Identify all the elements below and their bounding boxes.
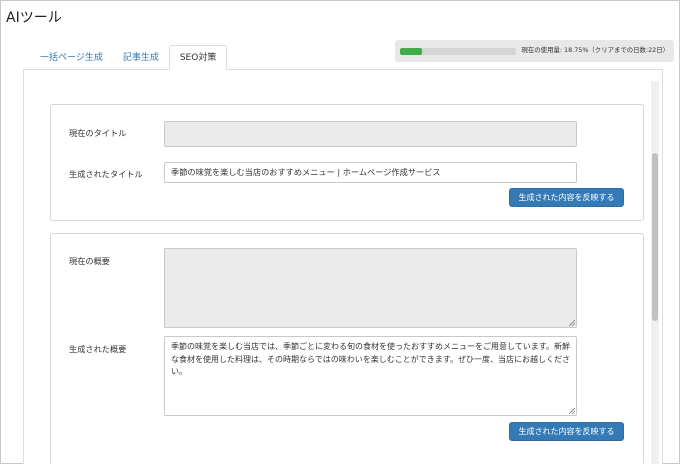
app-window: AIツール 一括ページ生成 記事生成 SEO対策 現在の使用量: 18.75%（… (0, 0, 680, 464)
generated-summary-textarea[interactable]: 季節の味覚を楽しむ当店では、季節ごとに変わる旬の食材を使ったおすすめメニューをご… (164, 336, 577, 416)
generated-title-input[interactable]: 季節の味覚を楽しむ当店のおすすめメニュー | ホームページ作成サービス (164, 162, 577, 183)
tab-bar: 一括ページ生成 記事生成 SEO対策 (30, 45, 228, 70)
usage-progress-track (400, 48, 516, 55)
current-summary-label: 現在の概要 (69, 256, 110, 266)
current-title-field[interactable] (164, 121, 577, 147)
generated-summary-label: 生成された概要 (69, 344, 127, 354)
apply-title-button[interactable]: 生成された内容を反映する (509, 188, 624, 207)
resize-grip-icon[interactable] (569, 320, 575, 326)
current-title-label: 現在のタイトル (69, 128, 127, 138)
tab-seo[interactable]: SEO対策 (168, 45, 228, 70)
generated-title-label: 生成されたタイトル (69, 169, 143, 179)
current-summary-textarea[interactable] (164, 248, 577, 328)
generated-summary-value: 季節の味覚を楽しむ当店では、季節ごとに変わる旬の食材を使ったおすすめメニューをご… (171, 342, 570, 376)
usage-progress-fill (400, 48, 422, 55)
scrollbar-thumb[interactable] (652, 153, 658, 321)
tab-bulk-page-generation[interactable]: 一括ページ生成 (30, 46, 113, 70)
app-title: AIツール (6, 10, 62, 26)
tab-article-generation[interactable]: 記事生成 (113, 46, 169, 70)
resize-grip-icon[interactable] (569, 408, 575, 414)
usage-text: 現在の使用量: 18.75%（クリアまでの日数:22日） (521, 46, 669, 54)
apply-summary-button[interactable]: 生成された内容を反映する (509, 422, 624, 441)
usage-meter: 現在の使用量: 18.75%（クリアまでの日数:22日） (395, 40, 674, 62)
vertical-scrollbar[interactable] (651, 81, 659, 464)
